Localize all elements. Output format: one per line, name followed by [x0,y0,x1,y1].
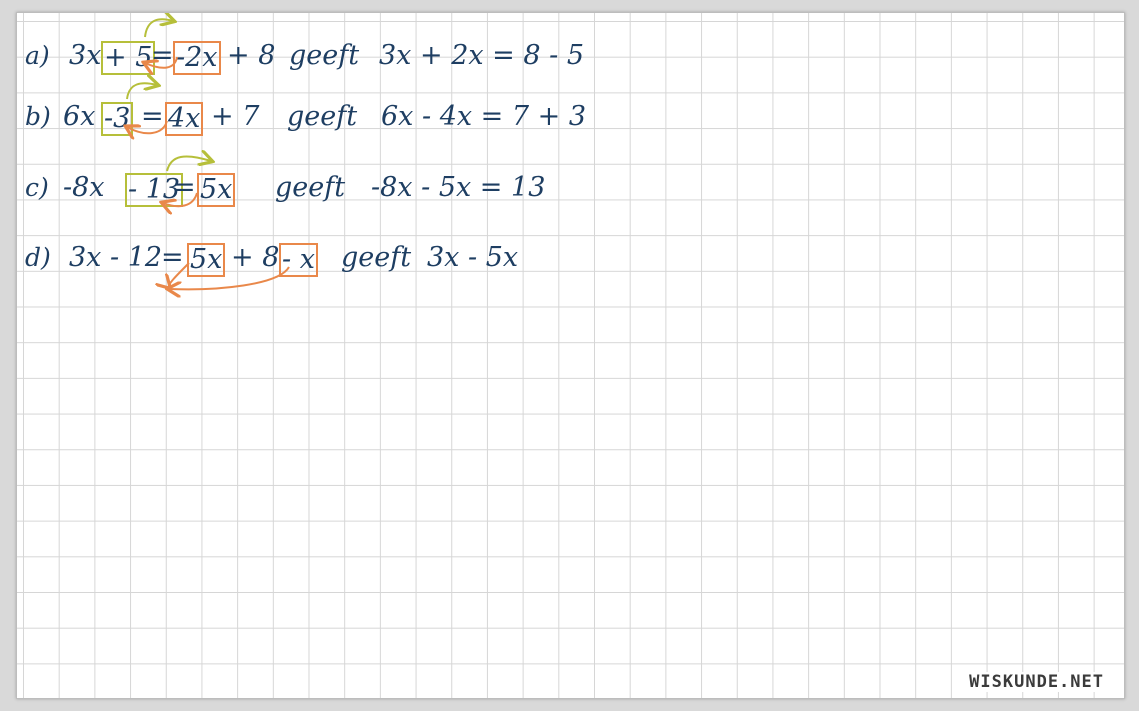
lhs-term: 6x [63,101,96,132]
result-equation: 3x + 2x = 8 - 5 [379,40,585,71]
row-label: b) [25,102,51,131]
geeft-word: geeft [341,242,412,273]
rhs-mid: + 8 [231,242,280,273]
rhs-boxed-term-2: - x [279,243,318,277]
rhs-rest: + 7 [211,101,260,132]
lhs-term: -8x [63,172,105,203]
row-label: c) [25,173,49,202]
rhs-boxed-term: 4x [165,102,204,136]
lhs-boxed-term: + 5 [101,41,156,75]
row-label: a) [25,41,50,70]
lhs-boxed-term: -3 [101,102,134,136]
result-equation: -8x - 5x = 13 [371,172,546,203]
equals-sign: = [151,40,174,71]
result-equation: 3x - 5x [427,242,519,273]
equals-sign: = [141,101,164,132]
geeft-word: geeft [287,101,358,132]
rhs-boxed-term: 5x [197,173,236,207]
result-equation: 6x - 4x = 7 + 3 [381,101,587,132]
rhs-boxed-term: 5x [187,243,226,277]
row-label: d) [25,243,51,272]
rhs-boxed-term: -2x [173,41,221,75]
lhs-term: 3x - 12 [69,242,163,273]
brand-logo: WISKUNDE.NET [965,672,1108,692]
geeft-word: geeft [275,172,346,203]
equals-sign: = [173,172,196,203]
rhs-rest: + 8 [227,40,276,71]
whiteboard: a) 3x + 5 = -2x + 8 geeft 3x + 2x = 8 - … [16,12,1125,699]
geeft-word: geeft [289,40,360,71]
equals-sign: = [161,242,184,273]
lhs-term: 3x [69,40,102,71]
